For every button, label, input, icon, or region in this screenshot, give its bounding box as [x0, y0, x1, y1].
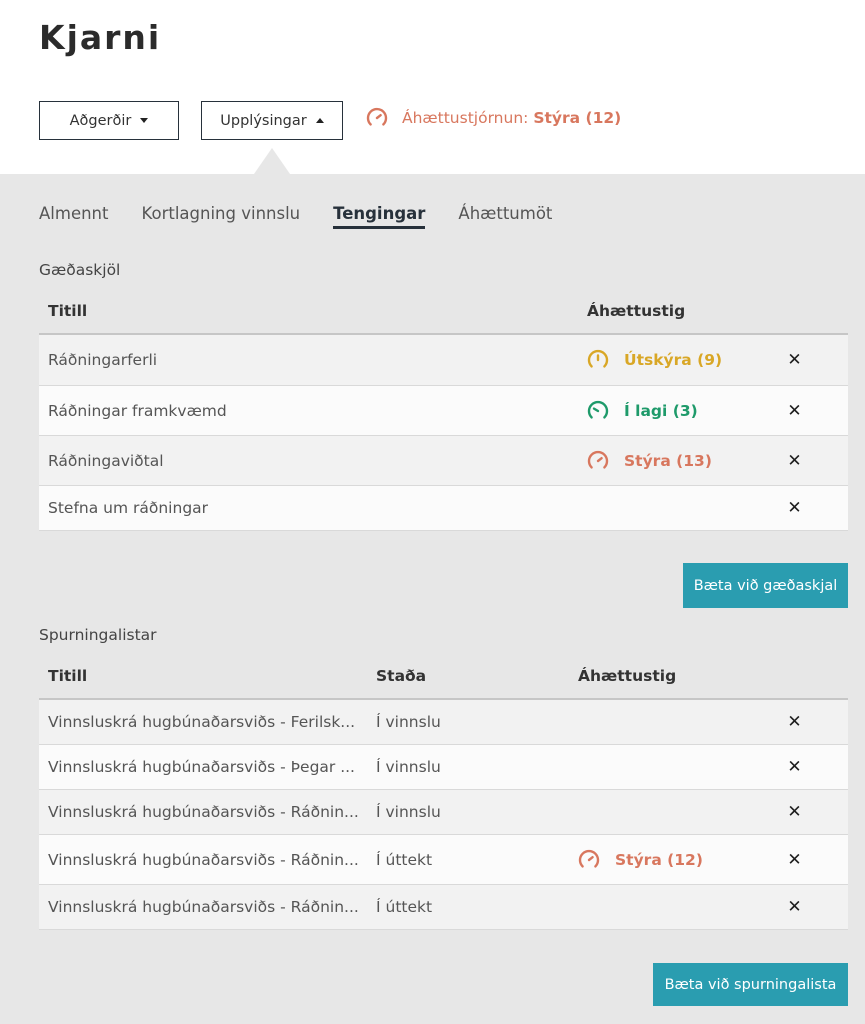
row-risk: Stýra (12) — [578, 849, 777, 871]
questionnaires-table: Titill Staða Áhættustig Vinnsluskrá hugb… — [39, 654, 848, 930]
gauge-icon — [578, 849, 600, 868]
gauge-icon — [587, 349, 609, 368]
table-row[interactable]: Stefna um ráðningar ✕ — [39, 486, 848, 531]
caret-up-icon — [315, 118, 324, 123]
row-status: Í úttekt — [376, 898, 433, 916]
close-icon: ✕ — [787, 350, 802, 370]
remove-button[interactable]: ✕ — [777, 401, 812, 421]
close-icon: ✕ — [787, 757, 802, 777]
row-risk: Útskýra (9) — [587, 349, 777, 371]
remove-button[interactable]: ✕ — [777, 802, 812, 822]
row-status: Í vinnslu — [376, 758, 441, 776]
risk-label: Í lagi (3) — [624, 401, 698, 420]
column-header-title: Titill — [48, 302, 88, 320]
close-icon: ✕ — [787, 450, 802, 471]
table-row[interactable]: Vinnsluskrá hugbúnaðarsviðs - Ráðnin... … — [39, 885, 848, 930]
row-title[interactable]: Vinnsluskrá hugbúnaðarsviðs - Ráðnin... — [39, 898, 376, 916]
caret-down-icon — [140, 118, 149, 123]
close-icon: ✕ — [787, 498, 802, 518]
table-header: Titill Staða Áhættustig — [39, 654, 848, 700]
row-risk: Í lagi (3) — [587, 400, 777, 422]
table-header: Titill Áhættustig — [39, 289, 848, 335]
risk-management-value: Stýra (12) — [533, 109, 622, 127]
row-title[interactable]: Vinnsluskrá hugbúnaðarsviðs - Ráðnin... — [39, 803, 376, 821]
info-panel: Almennt Kortlagning vinnslu Tengingar Áh… — [0, 174, 865, 1024]
remove-button[interactable]: ✕ — [777, 712, 812, 732]
quality-docs-table: Titill Áhættustig Ráðningarferli Útskýra… — [39, 289, 848, 531]
close-icon: ✕ — [787, 400, 802, 421]
tab-risk-assessments[interactable]: Áhættumöt — [458, 204, 552, 229]
tab-connections[interactable]: Tengingar — [333, 204, 426, 229]
header: Kjarni Aðgerðir Upplýsingar Áhættustjórn… — [0, 0, 865, 174]
remove-button[interactable]: ✕ — [777, 850, 812, 870]
table-row[interactable]: Vinnsluskrá hugbúnaðarsviðs - Ferilsk...… — [39, 700, 848, 745]
quality-docs-title: Gæðaskjöl — [39, 261, 121, 279]
row-title[interactable]: Ráðningarferli — [39, 351, 587, 369]
row-title[interactable]: Ráðningar framkvæmd — [39, 402, 587, 420]
risk-label: Stýra (13) — [624, 451, 712, 470]
app-title: Kjarni — [39, 18, 162, 57]
risk-management-summary: Áhættustjórnun: Stýra (12) — [366, 106, 621, 130]
questionnaires-title: Spurningalistar — [39, 626, 157, 644]
close-icon: ✕ — [787, 802, 802, 822]
column-header-title: Titill — [48, 667, 88, 685]
row-status: Í vinnslu — [376, 713, 441, 731]
row-title[interactable]: Vinnsluskrá hugbúnaðarsviðs - Ráðnin... — [39, 851, 376, 869]
add-quality-doc-button[interactable]: Bæta við gæðaskjal — [683, 563, 848, 608]
table-row[interactable]: Vinnsluskrá hugbúnaðarsviðs - Ráðnin... … — [39, 790, 848, 835]
close-icon: ✕ — [787, 712, 802, 732]
row-status: Í vinnslu — [376, 803, 441, 821]
row-risk: Stýra (13) — [587, 450, 777, 472]
table-row[interactable]: Vinnsluskrá hugbúnaðarsviðs - Ráðnin... … — [39, 835, 848, 885]
info-dropdown-button[interactable]: Upplýsingar — [201, 101, 343, 140]
risk-label: Stýra (12) — [615, 850, 703, 869]
close-icon: ✕ — [787, 849, 802, 870]
dropdown-pointer — [254, 148, 290, 174]
close-icon: ✕ — [787, 897, 802, 917]
column-header-risk: Áhættustig — [578, 667, 677, 685]
actions-dropdown-button[interactable]: Aðgerðir — [39, 101, 179, 140]
table-row[interactable]: Ráðningarferli Útskýra (9) ✕ — [39, 335, 848, 386]
row-title[interactable]: Vinnsluskrá hugbúnaðarsviðs - Ferilsk... — [39, 713, 376, 731]
remove-button[interactable]: ✕ — [777, 451, 812, 471]
info-dropdown-label: Upplýsingar — [220, 112, 307, 129]
column-header-status: Staða — [376, 667, 427, 685]
gauge-icon — [587, 400, 609, 419]
gauge-icon — [587, 450, 609, 469]
row-status: Í úttekt — [376, 850, 433, 869]
table-row[interactable]: Ráðningaviðtal Stýra (13) ✕ — [39, 436, 848, 486]
actions-dropdown-label: Aðgerðir — [69, 112, 132, 129]
gauge-icon — [366, 107, 388, 126]
row-title[interactable]: Stefna um ráðningar — [39, 499, 587, 517]
table-row[interactable]: Vinnsluskrá hugbúnaðarsviðs - Þegar ... … — [39, 745, 848, 790]
remove-button[interactable]: ✕ — [777, 897, 812, 917]
table-row[interactable]: Ráðningar framkvæmd Í lagi (3) ✕ — [39, 386, 848, 436]
add-questionnaire-button[interactable]: Bæta við spurningalista — [653, 963, 848, 1006]
column-header-risk: Áhættustig — [587, 302, 686, 320]
tab-general[interactable]: Almennt — [39, 204, 108, 229]
risk-label: Útskýra (9) — [624, 351, 723, 369]
remove-button[interactable]: ✕ — [777, 757, 812, 777]
remove-button[interactable]: ✕ — [777, 498, 812, 518]
row-title[interactable]: Ráðningaviðtal — [39, 452, 587, 470]
tab-bar: Almennt Kortlagning vinnslu Tengingar Áh… — [39, 204, 552, 229]
tab-process-mapping[interactable]: Kortlagning vinnslu — [141, 204, 300, 229]
row-title[interactable]: Vinnsluskrá hugbúnaðarsviðs - Þegar ... — [39, 758, 376, 776]
risk-management-label: Áhættustjórnun: — [402, 109, 529, 127]
remove-button[interactable]: ✕ — [777, 350, 812, 370]
